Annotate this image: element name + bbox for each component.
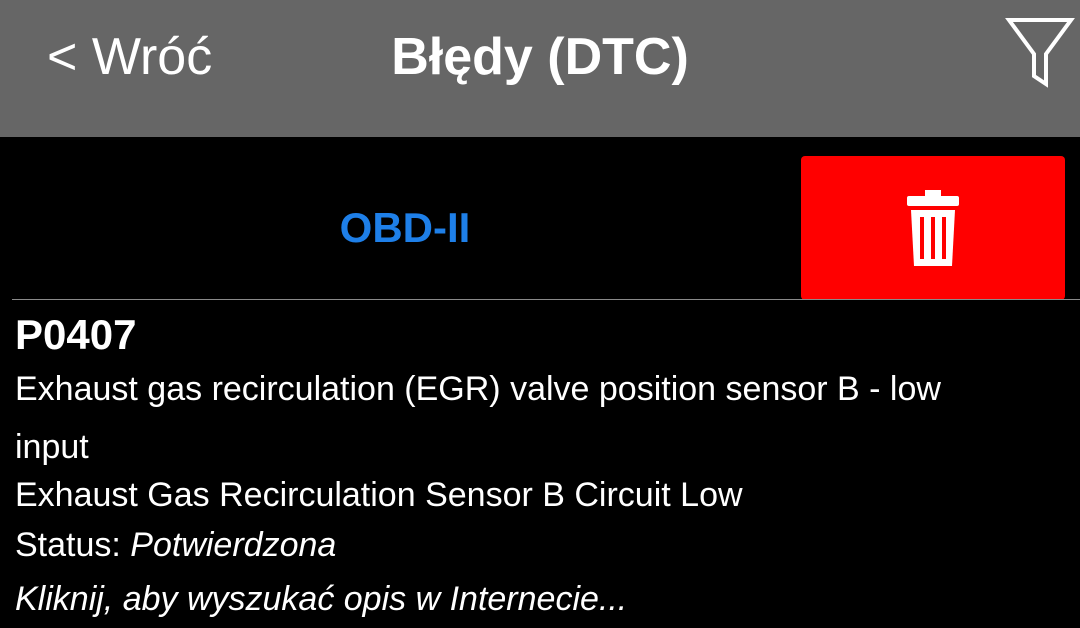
filter-button[interactable]	[1004, 16, 1076, 90]
dtc-status-label: Status:	[15, 526, 131, 564]
top-app-bar: < Wróć Błędy (DTC)	[0, 0, 1080, 137]
back-button[interactable]: < Wróć	[47, 22, 212, 92]
dtc-list-item[interactable]: P0407 Exhaust gas recirculation (EGR) va…	[0, 300, 1080, 628]
filter-icon	[1005, 18, 1075, 88]
dtc-status: Status: Potwierdzona	[15, 522, 336, 568]
trash-icon	[907, 190, 959, 266]
dtc-description-alt: Exhaust Gas Recirculation Sensor B Circu…	[15, 476, 743, 514]
dtc-status-value: Potwierdzona	[130, 526, 337, 564]
dtc-header-row: OBD-II	[0, 137, 1080, 301]
dtc-code: P0407	[15, 311, 137, 358]
delete-codes-button[interactable]	[801, 156, 1065, 300]
search-online-link[interactable]: Kliknij, aby wyszukać opis w Internecie.…	[15, 576, 627, 622]
dtc-description: Exhaust gas recirculation (EGR) valve po…	[15, 370, 941, 466]
protocol-label: OBD-II	[339, 204, 471, 251]
